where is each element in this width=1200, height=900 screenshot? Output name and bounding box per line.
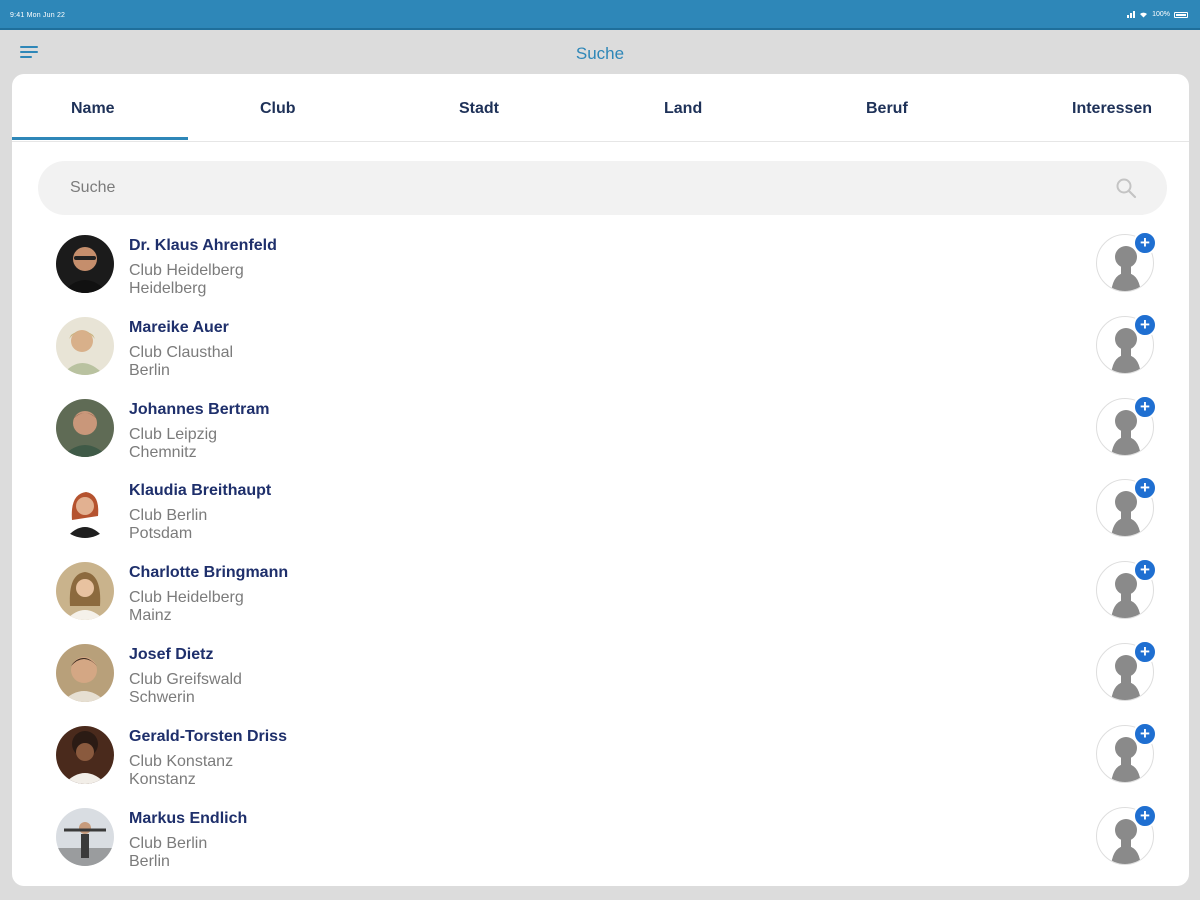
member-club: Club Berlin: [129, 834, 208, 852]
wifi-icon: [1140, 12, 1148, 18]
add-contact-button[interactable]: +: [1096, 639, 1157, 703]
member-city: Schwerin: [129, 688, 195, 706]
tab-name[interactable]: Name: [71, 100, 115, 118]
avatar: [56, 562, 114, 621]
avatar: [56, 725, 114, 784]
plus-icon: +: [1133, 231, 1157, 255]
avatar: [56, 235, 114, 293]
add-contact-button[interactable]: +: [1096, 394, 1157, 458]
plus-icon: +: [1133, 476, 1157, 501]
member-club: Club Leipzig: [129, 425, 218, 443]
member-club: Club Heidelberg: [129, 589, 244, 607]
avatar: [56, 807, 114, 866]
list-item[interactable]: Klaudia Breithaupt Club Berlin Potsdam +: [12, 475, 1189, 557]
add-contact-button[interactable]: +: [1096, 312, 1157, 376]
active-tab-indicator: [12, 137, 188, 140]
plus-icon: +: [1133, 394, 1157, 419]
member-name: Josef Dietz: [129, 645, 214, 663]
member-city: Chemnitz: [129, 443, 197, 461]
avatar: [56, 643, 114, 702]
member-city: Mainz: [129, 607, 172, 625]
member-club: Club Berlin: [129, 507, 208, 525]
plus-icon: +: [1133, 558, 1157, 583]
add-contact-button[interactable]: +: [1096, 558, 1157, 621]
add-contact-button[interactable]: +: [1096, 721, 1157, 785]
member-city: Berlin: [129, 852, 170, 870]
add-contact-button[interactable]: +: [1096, 476, 1157, 539]
plus-icon: +: [1133, 803, 1157, 828]
member-city: Berlin: [129, 361, 170, 379]
member-club: Club Heidelberg: [129, 262, 244, 279]
status-bar: 9:41 Mon Jun 22 100%: [0, 0, 1200, 28]
signal-icon: [1127, 11, 1136, 18]
tab-club[interactable]: Club: [260, 100, 296, 118]
member-city: Potsdam: [129, 525, 193, 543]
search-bar[interactable]: [38, 161, 1167, 215]
member-name: Markus Endlich: [129, 809, 248, 827]
navigation-bar: Suche: [0, 30, 1200, 74]
member-name: Gerald-Torsten Driss: [129, 727, 287, 745]
member-club: Club Greifswald: [129, 670, 242, 688]
list-item[interactable]: Johannes Bertram Club Leipzig Chemnitz +: [12, 394, 1189, 476]
tab-stadt[interactable]: Stadt: [459, 100, 499, 118]
avatar: [56, 398, 114, 457]
plus-icon: +: [1133, 312, 1157, 337]
member-city: Heidelberg: [129, 280, 207, 297]
tab-land[interactable]: Land: [664, 100, 702, 118]
list-item[interactable]: Dr. Klaus Ahrenfeld Club Heidelberg Heid…: [12, 230, 1189, 312]
member-name: Dr. Klaus Ahrenfeld: [129, 237, 277, 254]
member-name: Charlotte Bringmann: [129, 564, 289, 582]
page-title: Suche: [575, 44, 625, 63]
battery-percent: 100%: [1152, 11, 1170, 18]
avatar: [56, 480, 114, 539]
list-item[interactable]: Josef Dietz Club Greifswald Schwerin +: [12, 639, 1189, 721]
status-indicators: 100%: [1127, 11, 1188, 18]
battery-icon: [1174, 11, 1188, 18]
add-contact-button[interactable]: +: [1096, 803, 1157, 867]
search-icon[interactable]: [1115, 177, 1137, 199]
member-club: Club Konstanz: [129, 752, 234, 770]
list-item[interactable]: Gerald-Torsten Driss Club Konstanz Konst…: [12, 721, 1189, 803]
list-item[interactable]: Charlotte Bringmann Club Heidelberg Main…: [12, 557, 1189, 639]
status-time: 9:41 Mon Jun 22: [10, 12, 66, 19]
plus-icon: +: [1133, 721, 1157, 746]
search-card: Name Club Stadt Land Beruf Interessen Dr…: [12, 74, 1189, 886]
member-name: Klaudia Breithaupt: [129, 482, 272, 500]
tab-interessen[interactable]: Interessen: [1072, 100, 1152, 118]
plus-icon: +: [1133, 639, 1157, 664]
tab-beruf[interactable]: Beruf: [866, 100, 908, 118]
member-name: Mareike Auer: [129, 318, 229, 336]
search-input[interactable]: [70, 161, 1070, 215]
tab-bar: Name Club Stadt Land Beruf Interessen: [12, 74, 1189, 142]
add-contact-button[interactable]: +: [1096, 231, 1157, 294]
list-item[interactable]: Mareike Auer Club Clausthal Berlin +: [12, 312, 1189, 394]
member-club: Club Clausthal: [129, 343, 234, 361]
member-list: Dr. Klaus Ahrenfeld Club Heidelberg Heid…: [12, 230, 1189, 884]
avatar: [56, 316, 114, 375]
list-item[interactable]: Markus Endlich Club Berlin Berlin +: [12, 803, 1189, 885]
member-city: Konstanz: [129, 770, 196, 788]
member-name: Johannes Bertram: [129, 400, 270, 418]
